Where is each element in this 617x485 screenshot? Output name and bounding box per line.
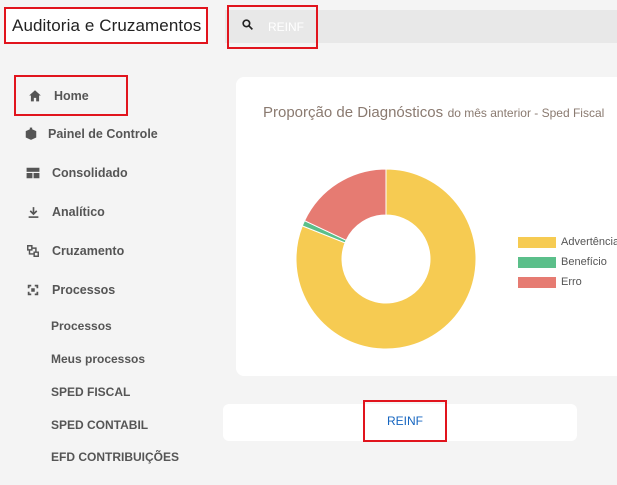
sidebar-item-consolidado[interactable]: Consolidado [14,154,214,192]
home-icon [16,89,54,102]
search-field[interactable] [227,5,318,49]
diagnostics-card: Proporção de Diagnósticos do mês anterio… [236,77,617,376]
sidebar-item-label: Home [54,88,89,103]
sidebar-item-processos[interactable]: Processos [14,271,214,309]
legend-label: Erro [561,276,582,288]
search-input[interactable] [268,20,318,34]
sidebar-item-analitico[interactable]: Analítico [14,193,214,231]
sidebar-item-label: Painel de Controle [48,127,158,141]
legend-swatch [518,236,556,248]
app-title: Auditoria e Cruzamentos [4,7,208,44]
search-icon[interactable] [241,18,254,36]
reinf-button[interactable]: REINF [363,400,447,442]
legend-item[interactable]: Benefício [518,252,617,272]
chart-title: Proporção de Diagnósticos [263,104,444,121]
donut-chart [296,169,476,349]
download-icon [14,206,52,219]
legend-label: Benefício [561,256,607,268]
legend-item[interactable]: Erro [518,272,617,292]
sidebar-item-label: Analítico [52,205,105,219]
sidebar-item-cruzamento[interactable]: Cruzamento [14,232,214,270]
sidebar-item-label: Processos [52,283,116,297]
sidebar-item-label: Consolidado [52,166,128,180]
table-icon [14,167,52,179]
subitem-sped-contabil[interactable]: SPED CONTABIL [51,418,148,432]
dashboard-icon [14,127,48,141]
legend-item[interactable]: Advertência [518,232,617,252]
sidebar-item-painel-de-controle[interactable]: Painel de Controle [14,115,214,153]
merge-icon [14,244,52,258]
legend-swatch [518,256,556,268]
process-icon [14,283,52,297]
chart-subtitle: do mês anterior - Sped Fiscal [447,106,605,120]
legend-label: Advertência [561,236,617,248]
sidebar-item-home[interactable]: Home [14,75,128,116]
subitem-meus-processos[interactable]: Meus processos [51,352,145,366]
sidebar-item-label: Cruzamento [52,244,125,258]
subitem-sped-fiscal[interactable]: SPED FISCAL [51,385,130,399]
chart-legend: Advertência Benefício Erro [518,232,617,292]
legend-swatch [518,276,556,288]
subitem-efd-contribuicoes[interactable]: EFD CONTRIBUIÇÕES [51,450,179,464]
card-title: Proporção de Diagnósticos do mês anterio… [263,101,617,125]
subitem-processos[interactable]: Processos [51,319,112,333]
